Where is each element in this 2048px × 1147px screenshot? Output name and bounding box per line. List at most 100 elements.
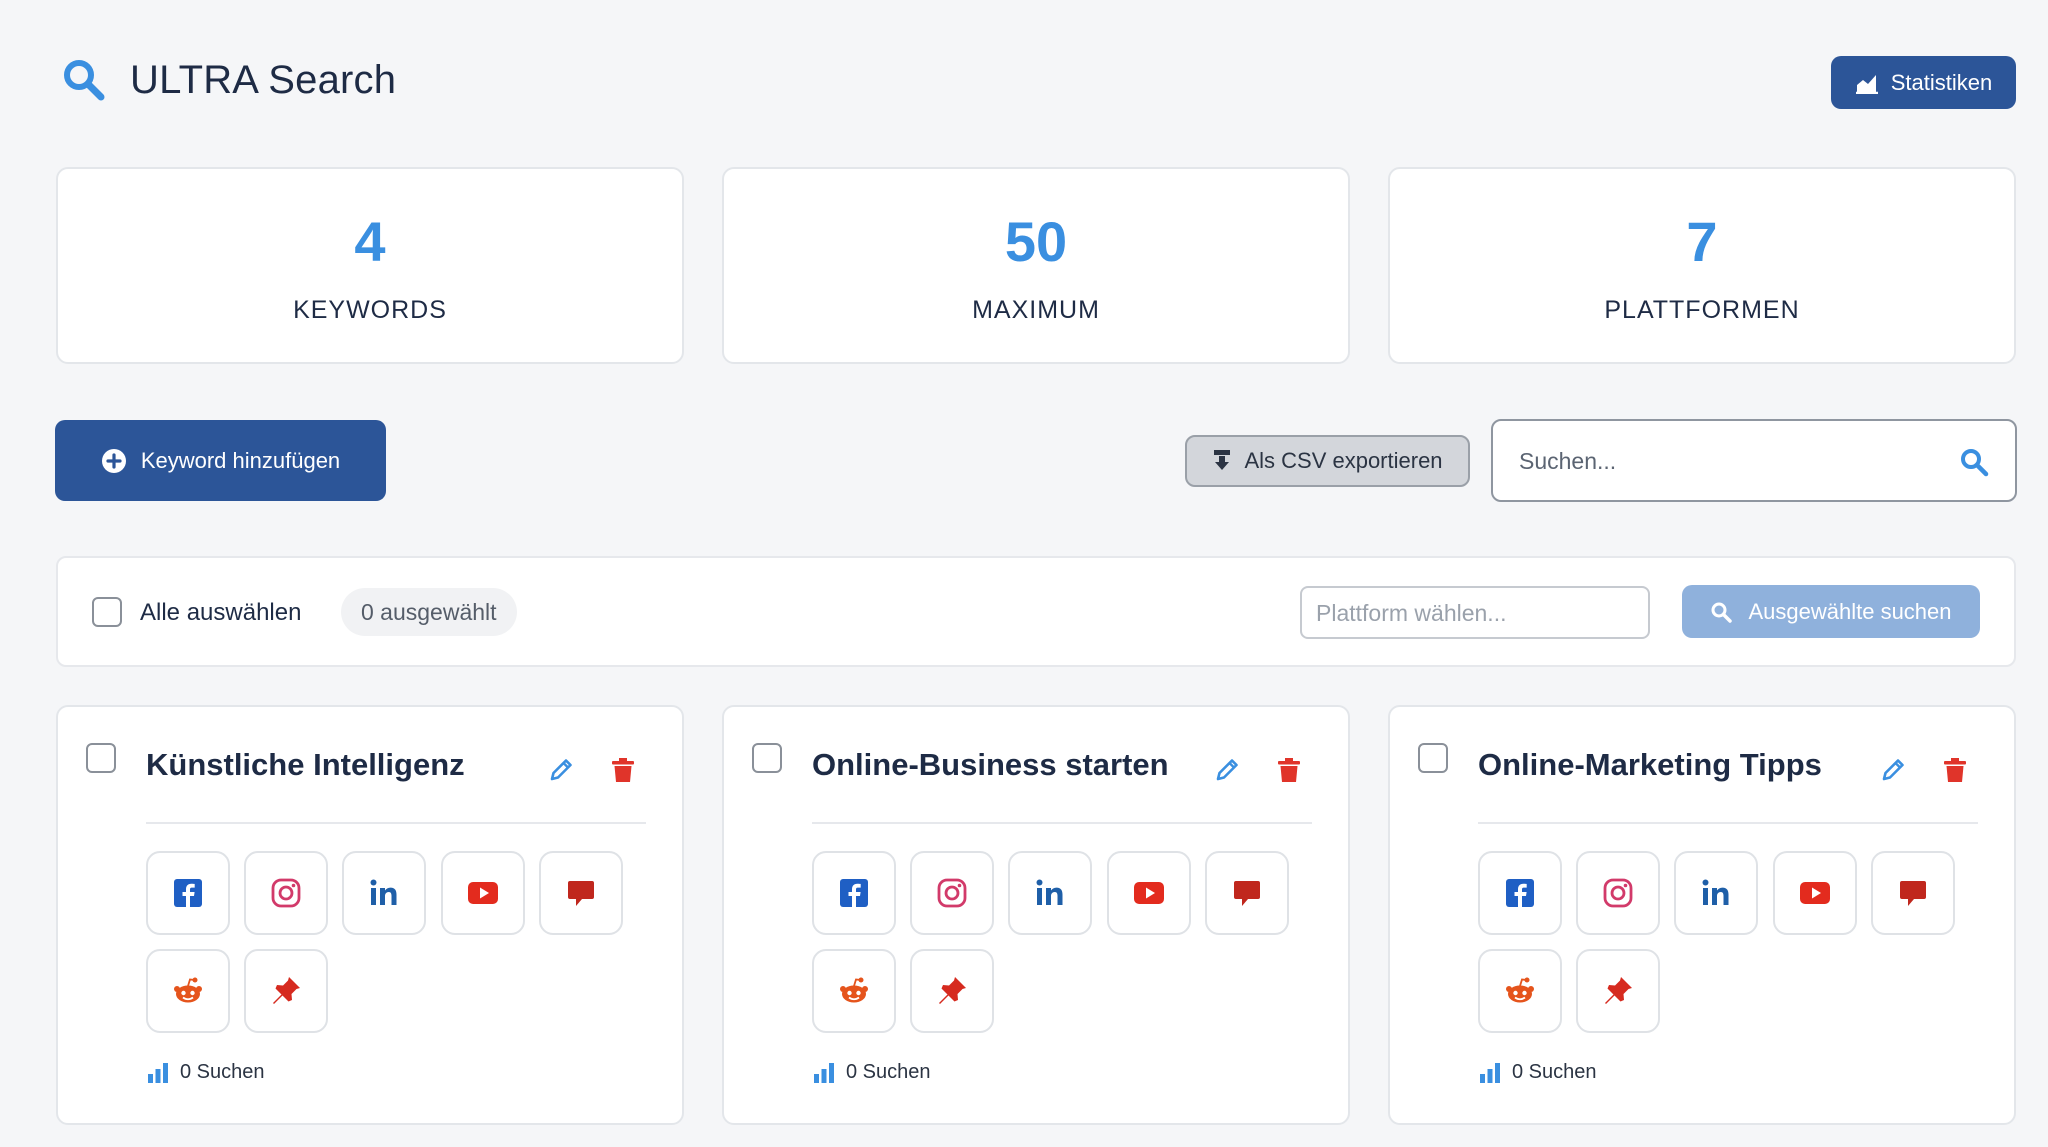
comment-icon <box>1234 881 1260 906</box>
linkedin-icon <box>370 879 397 905</box>
top-bar: ULTRA Search Statistiken <box>0 0 2048 160</box>
search-selected-button[interactable]: Ausgewählte suchen <box>1682 585 1980 638</box>
platform-button-linkedin[interactable] <box>1008 851 1092 935</box>
search-count-label: 0 Suchen <box>180 1060 265 1083</box>
platform-button-youtube[interactable] <box>1773 851 1857 935</box>
keyword-checkbox[interactable] <box>1418 743 1448 773</box>
stat-label: PLATTFORMEN <box>1604 296 1800 324</box>
stat-value: 4 <box>354 210 386 273</box>
platform-button-facebook[interactable] <box>1478 851 1562 935</box>
platform-button-instagram[interactable] <box>244 851 328 935</box>
platform-button-reddit[interactable] <box>812 949 896 1033</box>
search-input[interactable] <box>1519 439 1939 483</box>
platform-button-pinterest[interactable] <box>1576 949 1660 1033</box>
platform-button-pinterest[interactable] <box>910 949 994 1033</box>
search-count-label: 0 Suchen <box>846 1060 931 1083</box>
search-count-label: 0 Suchen <box>1512 1060 1597 1083</box>
card-divider <box>146 822 646 824</box>
search-field[interactable] <box>1491 419 2017 502</box>
trash-icon[interactable] <box>1940 755 1970 785</box>
bar-chart-icon <box>148 1063 168 1083</box>
add-keyword-label: Keyword hinzufügen <box>140 447 341 473</box>
linkedin-icon <box>1036 879 1063 905</box>
platform-button-facebook[interactable] <box>812 851 896 935</box>
edit-pencil-icon[interactable] <box>1878 755 1908 785</box>
facebook-icon <box>174 879 202 907</box>
brand: ULTRA Search <box>60 56 396 104</box>
app-title: ULTRA Search <box>130 57 397 102</box>
edit-pencil-icon[interactable] <box>546 755 576 785</box>
platform-button-pinterest[interactable] <box>244 949 328 1033</box>
pushpin-icon <box>1605 977 1632 1004</box>
youtube-icon <box>1800 882 1830 904</box>
keyword-checkbox[interactable] <box>86 743 116 773</box>
comment-icon <box>568 881 594 906</box>
stat-card-platforms: 7 PLATTFORMEN <box>1388 167 2016 364</box>
platform-button-reddit[interactable] <box>1478 949 1562 1033</box>
pushpin-icon <box>939 977 966 1004</box>
pushpin-icon <box>273 977 300 1004</box>
search-selected-label: Ausgewählte suchen <box>1748 598 1952 624</box>
add-keyword-button[interactable]: Keyword hinzufügen <box>55 420 386 501</box>
search-icon <box>64 60 105 101</box>
search-icon[interactable] <box>1959 447 1989 477</box>
platform-button-kommentar[interactable] <box>1205 851 1289 935</box>
select-all-checkbox[interactable] <box>92 597 122 627</box>
platform-button-kommentar[interactable] <box>539 851 623 935</box>
search-icon <box>1711 602 1733 623</box>
stat-label: KEYWORDS <box>293 296 447 324</box>
instagram-icon <box>937 878 967 908</box>
facebook-icon <box>1506 879 1534 907</box>
keyword-card: Online-Business starten 0 Suchen <box>722 705 1350 1125</box>
linkedin-icon <box>1702 879 1729 905</box>
export-csv-label: Als CSV exportieren <box>1244 448 1443 473</box>
platform-button-linkedin[interactable] <box>1674 851 1758 935</box>
platform-button-facebook[interactable] <box>146 851 230 935</box>
comment-icon <box>1900 881 1926 906</box>
card-divider <box>812 822 1312 824</box>
platform-select[interactable]: Plattform wählen... <box>1300 586 1650 639</box>
statistics-button-label: Statistiken <box>1890 69 1993 95</box>
search-count: 0 Suchen <box>146 1059 265 1085</box>
instagram-icon <box>1603 878 1633 908</box>
keyword-title: Online-Business starten <box>812 747 1169 782</box>
stat-value: 50 <box>1004 210 1068 273</box>
trash-icon[interactable] <box>1274 755 1304 785</box>
export-csv-button[interactable]: Als CSV exportieren <box>1185 435 1470 487</box>
reddit-icon <box>1506 977 1534 1003</box>
keyword-checkbox[interactable] <box>752 743 782 773</box>
selection-bar: Alle auswählen 0 ausgewählt Plattform wä… <box>56 556 2016 667</box>
platform-button-instagram[interactable] <box>1576 851 1660 935</box>
platform-button-youtube[interactable] <box>441 851 525 935</box>
keyword-title: Online-Marketing Tipps <box>1478 747 1822 782</box>
platform-button-instagram[interactable] <box>910 851 994 935</box>
keyword-card: Online-Marketing Tipps 0 Suchen <box>1388 705 2016 1125</box>
youtube-icon <box>468 882 498 904</box>
plus-circle-icon <box>101 448 126 473</box>
stat-label: MAXIMUM <box>972 296 1100 324</box>
stat-value: 7 <box>1686 210 1718 273</box>
platform-button-reddit[interactable] <box>146 949 230 1033</box>
reddit-icon <box>840 977 868 1003</box>
select-all-label[interactable]: Alle auswählen <box>140 599 301 627</box>
instagram-icon <box>271 878 301 908</box>
download-icon <box>1214 450 1231 470</box>
selected-count-badge: 0 ausgewählt <box>341 588 517 636</box>
youtube-icon <box>1134 882 1164 904</box>
bar-chart-icon <box>1480 1063 1500 1083</box>
keyword-title: Künstliche Intelligenz <box>146 747 465 782</box>
reddit-icon <box>174 977 202 1003</box>
bar-chart-icon <box>814 1063 834 1083</box>
chart-icon <box>1855 74 1878 94</box>
card-divider <box>1478 822 1978 824</box>
platform-button-youtube[interactable] <box>1107 851 1191 935</box>
platform-button-linkedin[interactable] <box>342 851 426 935</box>
stat-card-keywords: 4 KEYWORDS <box>56 167 684 364</box>
stat-card-maximum: 50 MAXIMUM <box>722 167 1350 364</box>
trash-icon[interactable] <box>608 755 638 785</box>
statistics-button[interactable]: Statistiken <box>1831 56 2016 109</box>
edit-pencil-icon[interactable] <box>1212 755 1242 785</box>
platform-button-kommentar[interactable] <box>1871 851 1955 935</box>
keyword-card: Künstliche Intelligenz 0 Suchen <box>56 705 684 1125</box>
search-count: 0 Suchen <box>812 1059 931 1085</box>
